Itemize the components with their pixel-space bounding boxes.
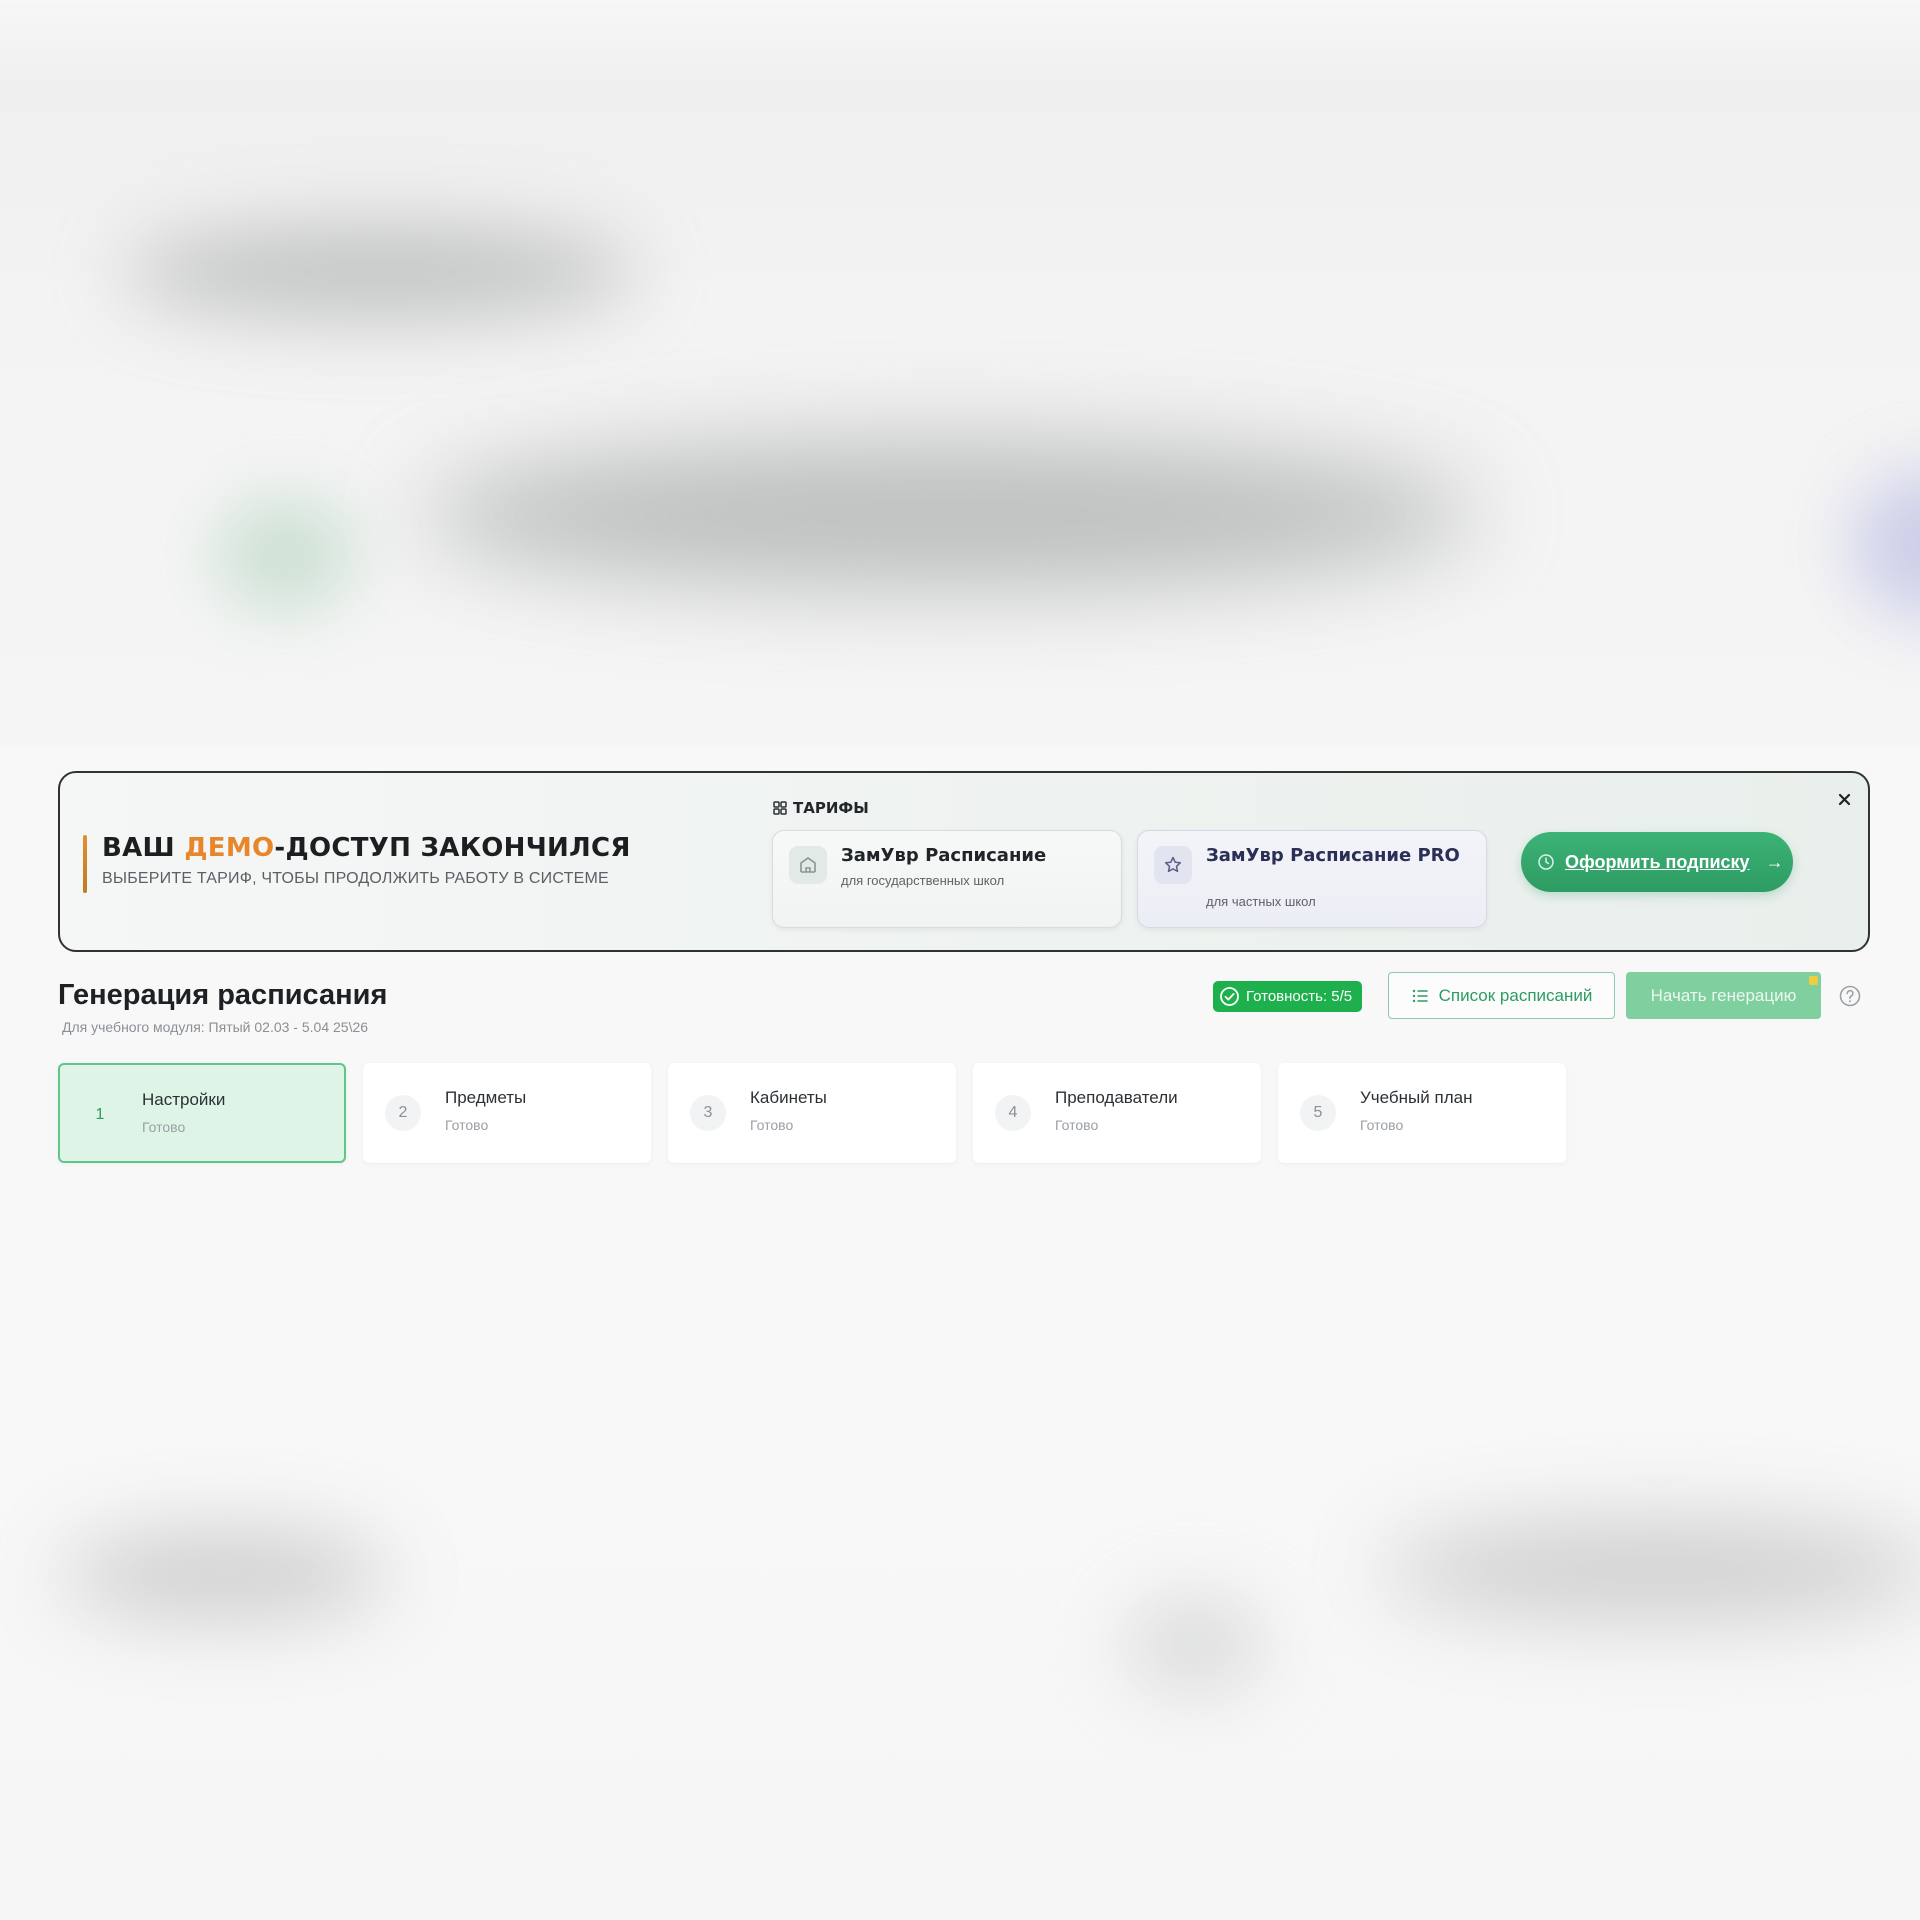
step-status: Готово: [750, 1117, 794, 1133]
plan-name: ЗамУвр Расписание: [841, 845, 1047, 866]
demo-expired-banner: ВАШ ДЕМО-ДОСТУП ЗАКОНЧИЛСЯ ВЫБЕРИТЕ ТАРИ…: [58, 771, 1870, 952]
generation-steps: 1 Настройки Готово 2 Предметы Готово 3 К…: [58, 1063, 1568, 1163]
step-title: Кабинеты: [750, 1088, 827, 1107]
blurred-background-bottom: [0, 1440, 1920, 1920]
step-settings[interactable]: 1 Настройки Готово: [58, 1063, 346, 1163]
plan-name: ЗамУвр Расписание PRO: [1206, 845, 1460, 866]
page-title: Генерация расписания: [58, 979, 388, 1011]
schedule-list-button[interactable]: Список расписаний: [1388, 972, 1615, 1019]
start-generation-button[interactable]: Начать генерацию: [1626, 972, 1821, 1019]
step-number: 4: [995, 1095, 1031, 1131]
close-banner-button[interactable]: [1831, 786, 1857, 812]
star-icon: [1154, 846, 1192, 884]
step-status: Готово: [445, 1117, 489, 1133]
clock-icon: [1538, 854, 1554, 870]
banner-title: ВАШ ДЕМО-ДОСТУП ЗАКОНЧИЛСЯ: [102, 833, 631, 863]
step-status: Готово: [1360, 1117, 1404, 1133]
step-teachers[interactable]: 4 Преподаватели Готово: [973, 1063, 1261, 1163]
step-subjects[interactable]: 2 Предметы Готово: [363, 1063, 651, 1163]
step-title: Предметы: [445, 1088, 527, 1107]
banner-title-highlight: ДЕМО: [184, 833, 275, 863]
close-icon: [1838, 793, 1850, 805]
banner-accent-bar: [83, 835, 87, 893]
blurred-content: [420, 440, 1480, 590]
step-number: 5: [1300, 1095, 1336, 1131]
step-number: 2: [385, 1095, 421, 1131]
step-number: 3: [690, 1095, 726, 1131]
tariffs-label: ТАРИФЫ: [793, 799, 869, 817]
notification-dot: [1809, 976, 1818, 985]
list-icon: [1412, 989, 1428, 1002]
blurred-content: [1120, 1590, 1270, 1700]
schedule-list-label: Список расписаний: [1438, 985, 1593, 1005]
subscribe-button[interactable]: Оформить подписку →: [1521, 832, 1793, 892]
blurred-content: [1850, 470, 1920, 620]
subscribe-label: Оформить подписку: [1565, 851, 1750, 872]
blurred-content: [60, 1530, 390, 1620]
plan-description: для частных школ: [1206, 894, 1316, 909]
step-title: Учебный план: [1360, 1088, 1473, 1107]
tariffs-heading: ТАРИФЫ: [773, 799, 869, 817]
star-icon: [1164, 856, 1182, 873]
step-status: Готово: [1055, 1117, 1099, 1133]
arrow-right-icon: →: [1765, 851, 1784, 872]
plan-description: для государственных школ: [841, 873, 1005, 888]
help-icon: [1839, 985, 1861, 1007]
step-title: Преподаватели: [1055, 1088, 1178, 1107]
readiness-badge: Готовность: 5/5: [1213, 981, 1363, 1012]
page-subtitle: Для учебного модуля: Пятый 02.03 - 5.04 …: [62, 1019, 369, 1035]
blurred-content: [215, 500, 355, 610]
step-number: 1: [95, 1106, 105, 1123]
blurred-content: [120, 225, 640, 320]
banner-subtitle: ВЫБЕРИТЕ ТАРИФ, ЧТОБЫ ПРОДОЛЖИТЬ РАБОТУ …: [102, 870, 609, 887]
plan-card-standard[interactable]: ЗамУвр Расписание для государственных шк…: [772, 830, 1122, 928]
start-generation-label: Начать генерацию: [1650, 985, 1797, 1005]
banner-title-suffix: -ДОСТУП ЗАКОНЧИЛСЯ: [274, 833, 631, 863]
step-classrooms[interactable]: 3 Кабинеты Готово: [668, 1063, 956, 1163]
banner-title-prefix: ВАШ: [102, 833, 185, 863]
step-curriculum[interactable]: 5 Учебный план Готово: [1278, 1063, 1566, 1163]
blurred-background-top: [0, 0, 1920, 745]
readiness-label: Готовность: 5/5: [1246, 988, 1353, 1005]
school-icon: [789, 846, 827, 884]
step-status: Готово: [142, 1119, 186, 1135]
blurred-content: [1380, 1520, 1920, 1620]
help-icon[interactable]: [1838, 984, 1862, 1008]
school-icon: [800, 857, 816, 873]
step-title: Настройки: [142, 1090, 226, 1109]
plan-card-pro[interactable]: ЗамУвр Расписание PRO для частных школ: [1137, 830, 1487, 928]
grid-icon: [773, 801, 787, 815]
check-circle-icon: [1220, 987, 1239, 1006]
